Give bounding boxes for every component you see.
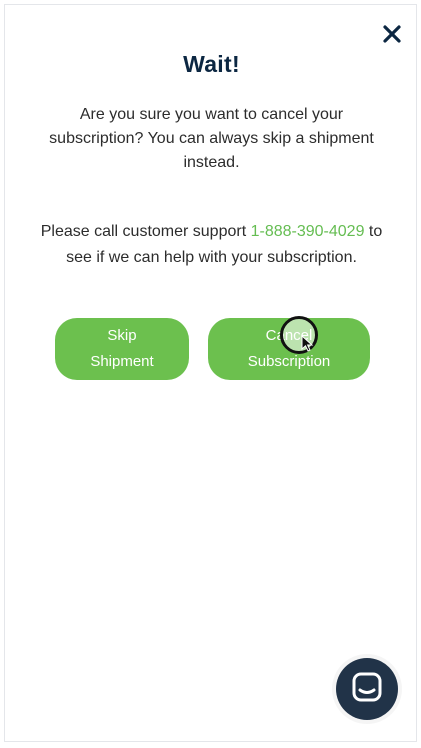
cancel-subscription-button[interactable]: Cancel Subscription <box>208 318 370 380</box>
cancel-button-label-line2: Subscription <box>247 353 331 370</box>
support-phone-link[interactable]: 1-888-390-4029 <box>251 223 365 240</box>
chat-icon <box>351 671 383 708</box>
close-icon[interactable] <box>381 23 403 45</box>
chat-launcher-button[interactable] <box>336 658 398 720</box>
skip-button-label-line2: Shipment <box>90 353 154 370</box>
cancel-button-label-line1: Cancel <box>265 327 313 344</box>
cancel-subscription-modal: Wait! Are you sure you want to cancel yo… <box>4 4 417 742</box>
support-prefix: Please call customer support <box>40 223 251 240</box>
modal-title: Wait! <box>183 51 240 77</box>
skip-button-label-line1: Skip <box>107 327 137 344</box>
modal-message: Are you sure you want to cancel your sub… <box>49 106 374 171</box>
skip-shipment-button[interactable]: Skip Shipment <box>55 318 189 380</box>
support-text: Please call customer support 1-888-390-4… <box>35 219 388 271</box>
